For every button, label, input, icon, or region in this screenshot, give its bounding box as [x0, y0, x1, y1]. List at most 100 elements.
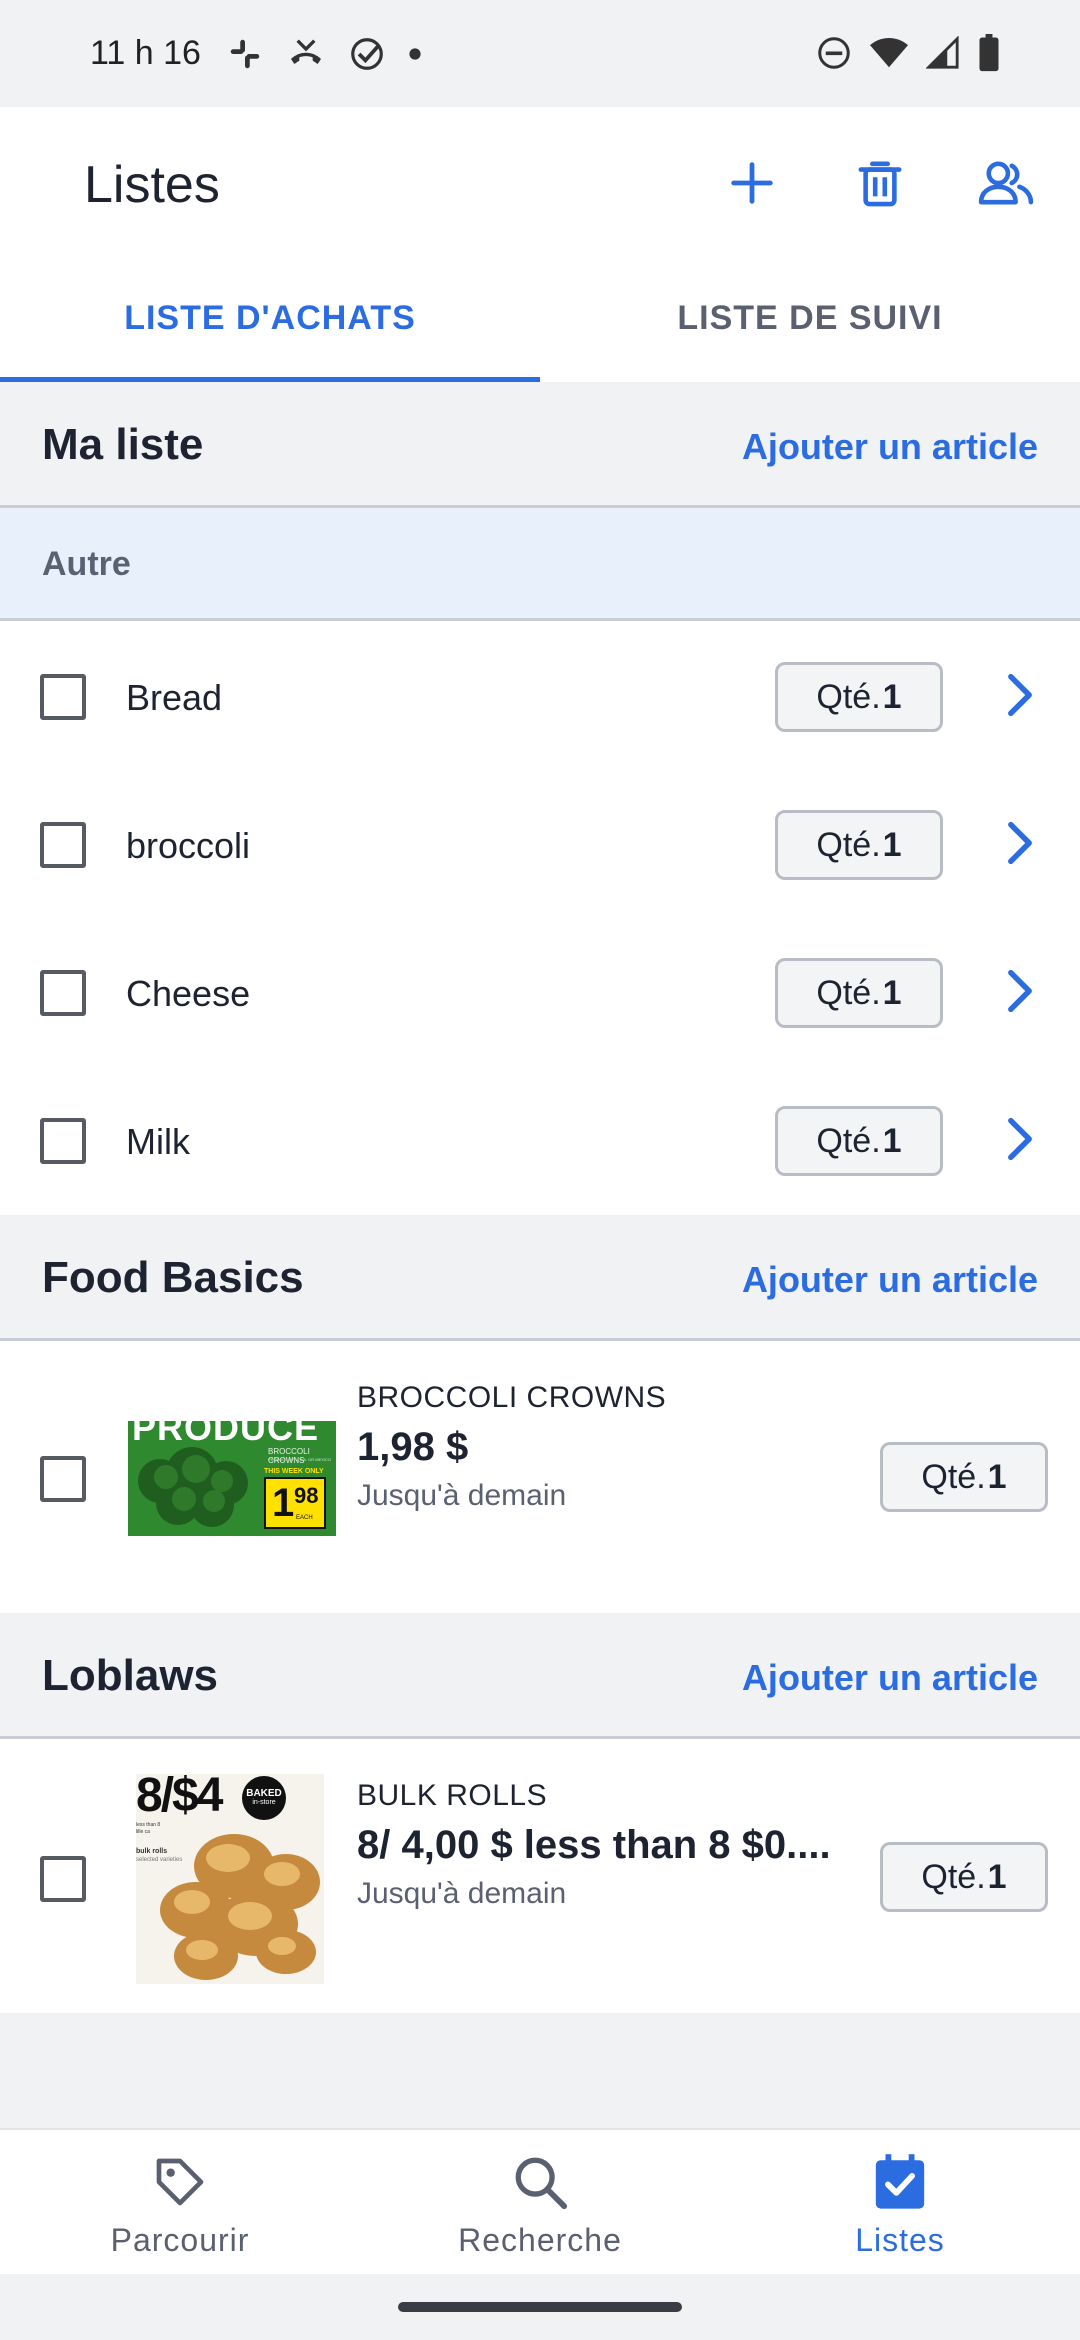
- loblaws-items: 8/$4 BAKED in-store less than 8 lille ca…: [0, 1739, 1080, 2013]
- image-price-big: 8/$4: [136, 1774, 223, 1822]
- nav-label: Recherche: [458, 2222, 622, 2258]
- qty-label: Qté.: [921, 1457, 986, 1496]
- product-image: 8/$4 BAKED in-store less than 8 lille ca…: [136, 1774, 324, 1984]
- image-small-sub: PRODUCT OF U.S.A. OR MEXICO: [268, 1457, 332, 1462]
- deal-validity: Jusqu'à demain: [357, 1877, 567, 1910]
- add-item-link[interactable]: Ajouter un article: [742, 1259, 1038, 1301]
- group-title: Autre: [42, 545, 131, 583]
- group-header-other: Autre: [0, 509, 1080, 621]
- item-details-button[interactable]: [1000, 665, 1040, 725]
- people-icon: [978, 161, 1034, 205]
- chevron-right-icon: [1008, 969, 1032, 1013]
- item-checkbox[interactable]: [40, 674, 86, 720]
- item-checkbox[interactable]: [40, 970, 86, 1016]
- qty-value: 1: [987, 1857, 1007, 1896]
- add-item-link[interactable]: Ajouter un article: [742, 426, 1038, 468]
- slack-icon: [230, 39, 260, 69]
- qty-label: Qté.: [921, 1857, 986, 1896]
- qty-value: 1: [987, 1457, 1007, 1496]
- status-time: 11 h 16: [90, 34, 201, 72]
- page-title: Listes: [84, 156, 220, 214]
- deal-item[interactable]: 8/$4 BAKED in-store less than 8 lille ca…: [0, 1739, 1080, 2013]
- list-item[interactable]: Bread Qté. 1: [0, 621, 1080, 769]
- item-checkbox[interactable]: [40, 1856, 86, 1902]
- section-loblaws-header: Loblaws Ajouter un article: [0, 1613, 1080, 1739]
- deal-name: BULK ROLLS: [357, 1779, 548, 1812]
- system-icons: [816, 34, 1000, 72]
- food-basics-items: PRODUCE BROCCOLI CROWNS PRODUCT OF U.S.A…: [0, 1341, 1080, 1613]
- wifi-icon: [870, 37, 908, 68]
- broccoli-illustration: [138, 1447, 248, 1527]
- calendar-check-icon: [870, 2152, 930, 2212]
- deal-validity: Jusqu'à demain: [357, 1479, 567, 1512]
- add-list-button[interactable]: [716, 147, 788, 219]
- list-item[interactable]: Cheese Qté. 1: [0, 917, 1080, 1065]
- list-item[interactable]: broccoli Qté. 1: [0, 769, 1080, 917]
- qty-value: 1: [882, 677, 902, 716]
- quantity-button[interactable]: Qté. 1: [775, 662, 943, 732]
- deal-item[interactable]: PRODUCE BROCCOLI CROWNS PRODUCT OF U.S.A…: [0, 1341, 1080, 1613]
- image-price-unit: EACH: [296, 1515, 313, 1521]
- chevron-right-icon: [1008, 821, 1032, 865]
- trash-icon: [858, 161, 902, 207]
- section-title: Loblaws: [42, 1651, 219, 1700]
- deal-price: 1,98 $: [357, 1425, 469, 1469]
- item-details-button[interactable]: [1000, 813, 1040, 873]
- my-list-items: Bread Qté. 1 broccoli Qté. 1 Cheese Qté. 1 …: [0, 621, 1080, 1215]
- image-small-title: BROCCOLI CROWNS: [268, 1447, 310, 1465]
- price-tag-graphic: 1 98 EACH: [264, 1477, 326, 1529]
- quantity-button[interactable]: Qté. 1: [775, 1106, 943, 1176]
- chevron-right-icon: [1008, 1117, 1032, 1161]
- nav-lists[interactable]: Listes: [720, 2130, 1080, 2276]
- baked-badge: BAKED in-store: [242, 1776, 286, 1820]
- nav-label: Listes: [855, 2222, 945, 2258]
- qty-value: 1: [882, 1121, 902, 1160]
- item-name: Bread: [126, 677, 223, 718]
- missed-call-icon: [291, 39, 321, 64]
- share-list-button[interactable]: [970, 147, 1042, 219]
- qty-value: 1: [882, 973, 902, 1012]
- item-checkbox[interactable]: [40, 1118, 86, 1164]
- item-name: broccoli: [126, 825, 251, 866]
- badge-top-text: BAKED: [246, 1788, 282, 1799]
- deal-price: 8/ 4,00 $ less than 8 $0....: [357, 1823, 831, 1867]
- section-title: Food Basics: [42, 1253, 304, 1302]
- quantity-button[interactable]: Qté. 1: [880, 1842, 1048, 1912]
- nav-search[interactable]: Recherche: [360, 2130, 720, 2276]
- tab-watch-list[interactable]: LISTE DE SUIVI: [540, 255, 1080, 382]
- tag-icon: [150, 2152, 210, 2212]
- list-item[interactable]: Milk Qté. 1: [0, 1065, 1080, 1213]
- item-checkbox[interactable]: [40, 822, 86, 868]
- section-title: Ma liste: [42, 420, 204, 469]
- chevron-right-icon: [1008, 673, 1032, 717]
- quantity-button[interactable]: Qté. 1: [880, 1442, 1048, 1512]
- quantity-button[interactable]: Qté. 1: [775, 810, 943, 880]
- tab-shopping-list[interactable]: LISTE D'ACHATS: [0, 255, 540, 382]
- deal-name: BROCCOLI CROWNS: [357, 1381, 667, 1414]
- qty-label: Qté.: [816, 677, 881, 716]
- dot-icon: [409, 48, 421, 60]
- search-icon: [510, 2152, 570, 2212]
- plus-icon: [731, 162, 773, 204]
- qty-value: 1: [882, 825, 902, 864]
- section-food-basics-header: Food Basics Ajouter un article: [0, 1215, 1080, 1341]
- qty-label: Qté.: [816, 973, 881, 1012]
- item-details-button[interactable]: [1000, 961, 1040, 1021]
- delete-list-button[interactable]: [844, 147, 916, 219]
- quantity-button[interactable]: Qté. 1: [775, 958, 943, 1028]
- nav-browse[interactable]: Parcourir: [0, 2130, 360, 2276]
- add-item-link[interactable]: Ajouter un article: [742, 1657, 1038, 1699]
- battery-icon: [979, 34, 999, 72]
- badge-bottom-text: in-store: [252, 1799, 276, 1806]
- item-details-button[interactable]: [1000, 1109, 1040, 1169]
- signal-icon: [926, 36, 959, 69]
- product-image: PRODUCE BROCCOLI CROWNS PRODUCT OF U.S.A…: [128, 1421, 336, 1536]
- nav-label: Parcourir: [110, 2222, 250, 2258]
- image-tag: THIS WEEK ONLY: [264, 1468, 324, 1475]
- item-checkbox[interactable]: [40, 1456, 86, 1502]
- rolls-illustration: [160, 1834, 320, 1980]
- home-gesture-bar[interactable]: [398, 2302, 682, 2312]
- item-name: Milk: [126, 1121, 190, 1162]
- section-my-list-header: Ma liste Ajouter un article: [0, 382, 1080, 508]
- notification-icons: [226, 34, 422, 74]
